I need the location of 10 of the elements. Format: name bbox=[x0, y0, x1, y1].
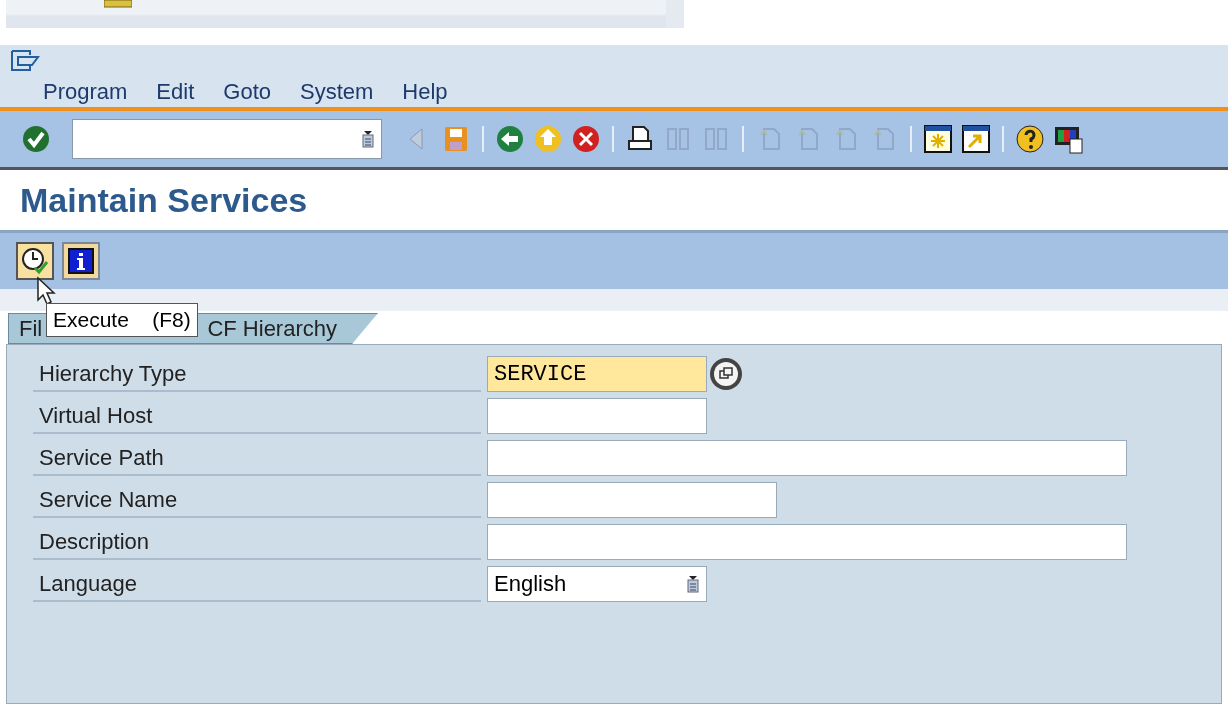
field-label: Virtual Host bbox=[33, 398, 481, 434]
tooltip: Execute (F8) bbox=[46, 303, 198, 337]
field-label: Language bbox=[33, 566, 481, 602]
screen-title: Maintain Services bbox=[20, 180, 308, 220]
field-label: Service Name bbox=[33, 482, 481, 518]
field-label: Description bbox=[33, 524, 481, 560]
tab-label: Fil bbox=[19, 315, 43, 342]
field-label: Hierarchy Type bbox=[33, 356, 481, 392]
tab-label: CF Hierarchy bbox=[207, 315, 337, 342]
field-label: Service Path bbox=[33, 440, 481, 476]
